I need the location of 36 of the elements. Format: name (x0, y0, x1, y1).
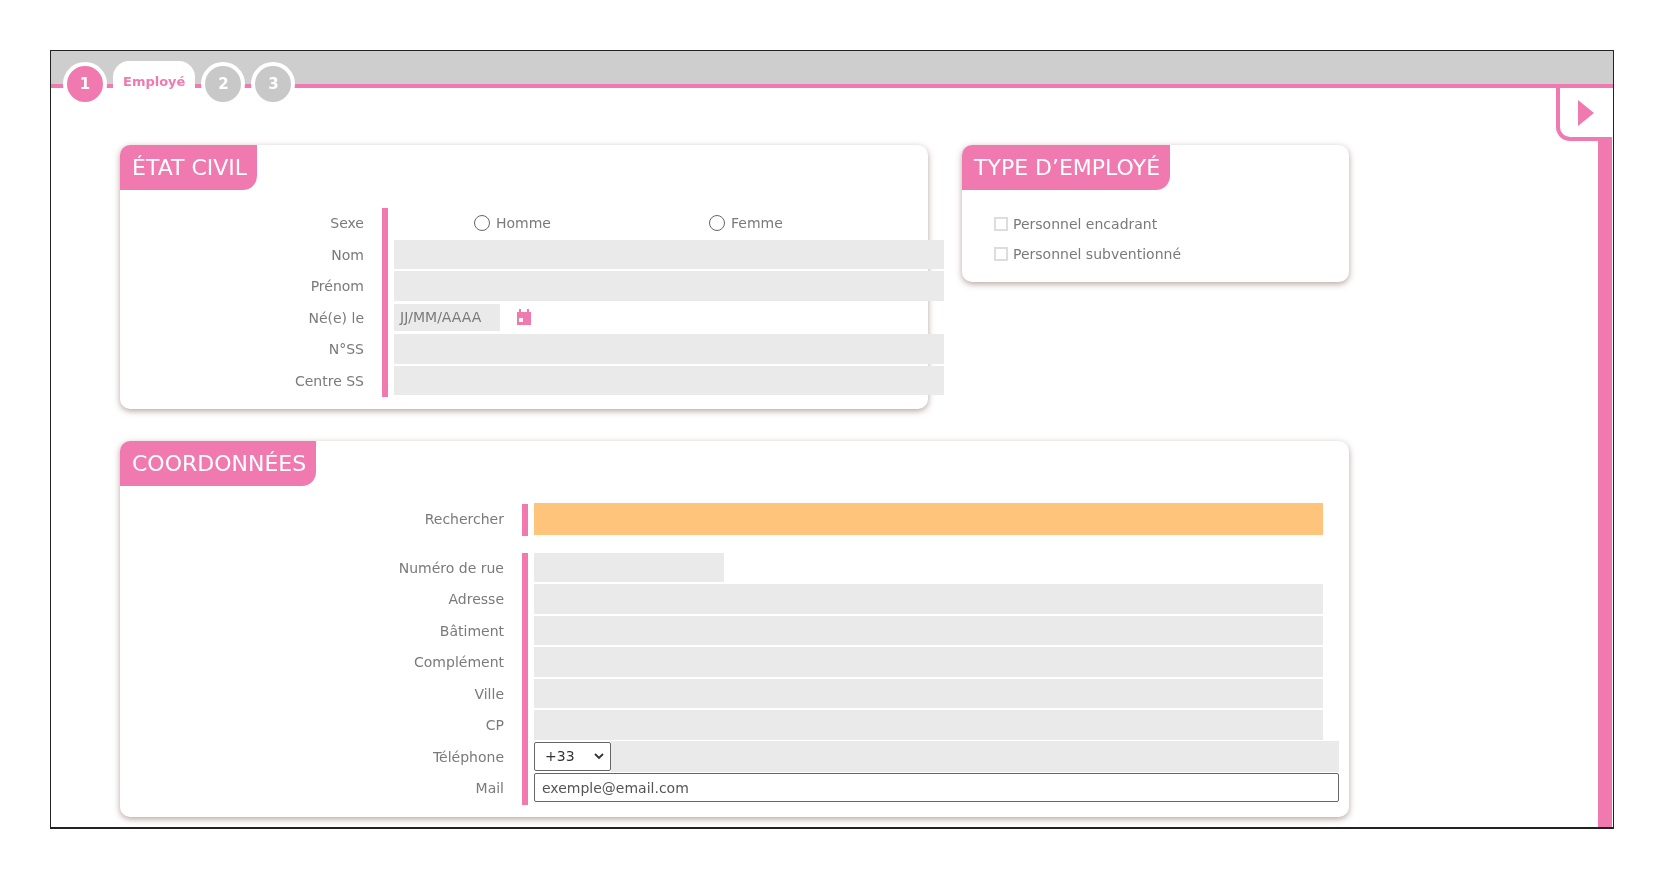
field-label: Prénom (309, 277, 365, 296)
country-code-select[interactable]: +33 (534, 741, 611, 771)
play-icon (1578, 99, 1594, 126)
section-title: COORDONNÉES (120, 441, 317, 486)
field-label: Complément (413, 653, 505, 672)
field-label: Centre SS (293, 371, 365, 391)
field-label: N°SS (327, 340, 365, 359)
checkbox-option[interactable]: Personnel subventionné (994, 246, 1349, 262)
field-label: Rechercher (423, 510, 505, 529)
section-title: ÉTAT CIVIL (120, 145, 258, 190)
field-label: Nom (330, 245, 365, 265)
field-label: Numéro de rue (397, 558, 505, 578)
phone-field[interactable] (611, 740, 1339, 772)
text-field[interactable] (394, 239, 944, 269)
checkbox-option[interactable]: Personnel encadrant (994, 216, 1349, 232)
email-field[interactable]: exemple@email.com (534, 773, 1339, 803)
radio-option[interactable]: Homme (474, 214, 709, 231)
next-button[interactable] (1556, 88, 1612, 141)
chevron-icon (594, 752, 604, 760)
accent-bar (522, 504, 528, 536)
field-label: Mail (474, 779, 505, 798)
section-title: TYPE D’EMPLOYÉ (962, 145, 1171, 190)
field-label: Bâtiment (438, 621, 505, 641)
field-label: Adresse (447, 590, 505, 609)
text-field[interactable] (394, 271, 944, 301)
text-field[interactable] (394, 334, 944, 364)
text-field[interactable] (394, 365, 944, 395)
date-field[interactable]: JJ/MM/AAAA (394, 303, 500, 331)
search-field[interactable] (534, 503, 1323, 535)
calendar-icon[interactable] (516, 308, 532, 326)
field-label: Sexe (329, 214, 365, 233)
field-label: Né(e) le (307, 308, 365, 328)
field-label: Ville (473, 684, 505, 704)
field-label: CP (484, 716, 505, 735)
field-label: Téléphone (431, 747, 505, 767)
radio-option[interactable]: Femme (709, 214, 944, 231)
